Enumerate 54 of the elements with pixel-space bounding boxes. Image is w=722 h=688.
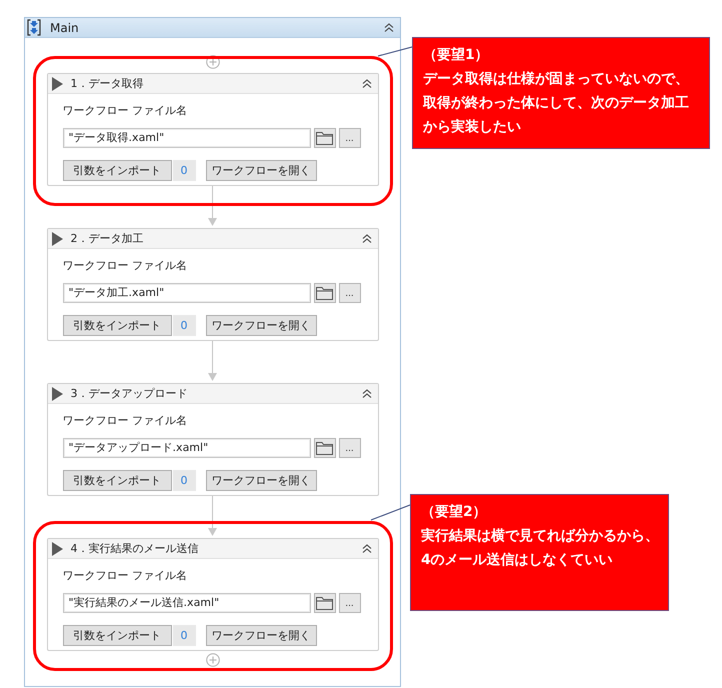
folder-icon	[316, 596, 333, 610]
file-path-field[interactable]: "データ取得.xaml"	[62, 128, 310, 148]
field-label: ワークフロー ファイル名	[62, 568, 187, 584]
file-path-field[interactable]: "データ加工.xaml"	[62, 283, 310, 303]
more-button[interactable]: ...	[338, 593, 360, 613]
field-label: ワークフロー ファイル名	[62, 413, 187, 429]
more-button[interactable]: ...	[338, 283, 360, 303]
browse-folder-button[interactable]	[314, 593, 336, 613]
open-workflow-button[interactable]: ワークフローを開く	[206, 160, 316, 181]
sequence-title: Main	[50, 20, 79, 34]
leader-line	[378, 47, 412, 56]
browse-folder-button[interactable]	[314, 438, 336, 458]
file-path-field[interactable]: "データアップロード.xaml"	[62, 438, 310, 458]
open-workflow-button[interactable]: ワークフローを開く	[206, 625, 316, 646]
callout-title: （要望1）	[423, 46, 490, 65]
folder-icon	[316, 286, 333, 300]
open-workflow-button[interactable]: ワークフローを開く	[206, 315, 316, 336]
browse-folder-button[interactable]	[314, 283, 336, 303]
collapse-icon[interactable]	[362, 389, 372, 398]
play-icon[interactable]	[52, 542, 62, 556]
import-arguments-button[interactable]: 引数をインポート	[62, 315, 172, 336]
field-label: ワークフロー ファイル名	[62, 103, 187, 119]
collapse-icon[interactable]	[362, 544, 372, 553]
callout-title: （要望2）	[421, 503, 488, 522]
leader-line	[371, 505, 410, 520]
more-button[interactable]: ...	[338, 438, 360, 458]
collapse-icon[interactable]	[362, 234, 372, 243]
play-icon[interactable]	[52, 386, 62, 400]
add-icon[interactable]	[206, 55, 220, 69]
activity-title: 2．データ加工	[70, 231, 144, 246]
activity-title: 4．実行結果のメール送信	[70, 541, 198, 556]
sequence-icon	[27, 19, 41, 36]
collapse-icon[interactable]	[384, 23, 394, 32]
import-arguments-button[interactable]: 引数をインポート	[62, 160, 172, 181]
more-button[interactable]: ...	[338, 128, 360, 148]
argument-count: 0	[172, 470, 196, 491]
argument-count: 0	[172, 160, 196, 181]
callout-text: 実行結果は横で見てれば分かるから、4のメール送信はしなくていい	[421, 527, 660, 570]
play-icon[interactable]	[52, 76, 62, 90]
callout-text: データ取得は仕様が固まっていないので、取得が終わった体にして、次のデータ加工から実装したい	[423, 70, 690, 137]
browse-folder-button[interactable]	[314, 128, 336, 148]
import-arguments-button[interactable]: 引数をインポート	[62, 470, 172, 491]
argument-count: 0	[172, 625, 196, 646]
field-label: ワークフロー ファイル名	[62, 258, 187, 274]
folder-icon	[316, 132, 333, 144]
open-workflow-button[interactable]: ワークフローを開く	[206, 470, 316, 491]
file-path-field[interactable]: "実行結果のメール送信.xaml"	[62, 593, 310, 613]
collapse-icon[interactable]	[362, 79, 372, 88]
import-arguments-button[interactable]: 引数をインポート	[62, 625, 172, 646]
activity-title: 1．データ取得	[70, 76, 144, 91]
activity-title: 3．データアップロード	[70, 386, 188, 401]
argument-count: 0	[172, 315, 196, 336]
play-icon[interactable]	[52, 232, 62, 246]
folder-icon	[316, 442, 333, 454]
